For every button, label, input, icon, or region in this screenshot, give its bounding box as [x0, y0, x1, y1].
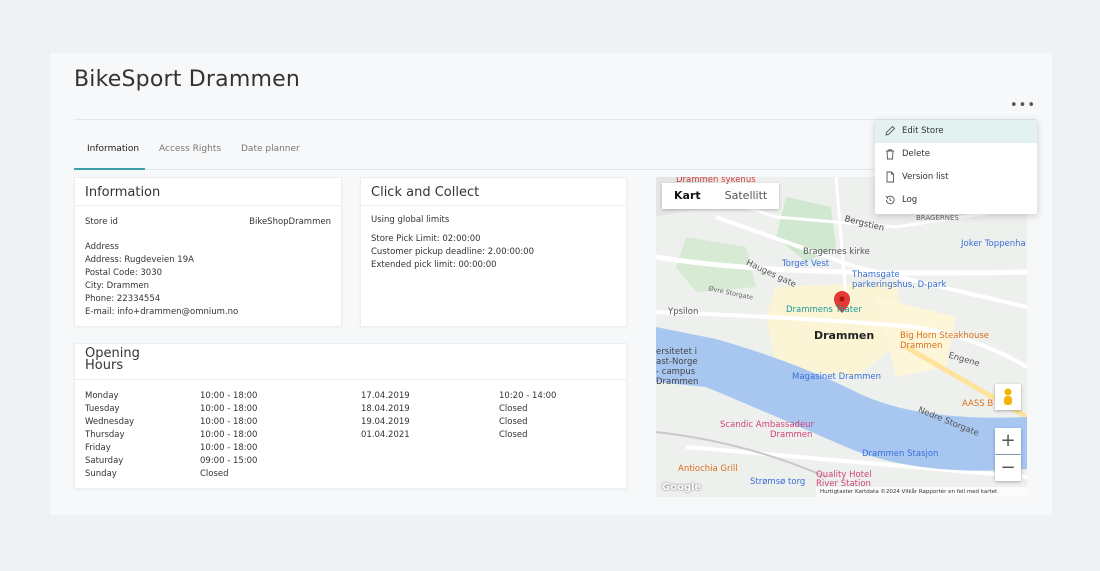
document-icon	[886, 171, 894, 183]
divider	[75, 379, 626, 380]
special-hours: Closed	[499, 430, 528, 440]
store-actions-menu: Edit Store Delete Version list Log	[875, 120, 1037, 214]
google-logo: Google	[662, 482, 702, 493]
day-hours: Closed	[200, 469, 229, 479]
menu-item-label: Delete	[902, 149, 930, 159]
address-heading: Address	[85, 242, 119, 252]
map-label: Drammen	[656, 377, 699, 387]
menu-item-label: Version list	[902, 172, 949, 182]
map-type-toggle: Kart Satellitt	[662, 183, 780, 209]
customer-pickup-deadline: Customer pickup deadline: 2.00:00:00	[371, 247, 534, 257]
map-label: Joker Toppenha	[961, 239, 1026, 249]
day-hours: 10:00 - 18:00	[200, 404, 258, 414]
city: City: Drammen	[85, 281, 150, 291]
phone: Phone: 22334554	[85, 294, 161, 304]
active-tab-indicator	[74, 168, 145, 170]
email: E-mail: info+drammen@omnium.no	[85, 307, 239, 317]
extended-pick-limit: Extended pick limit: 00:00:00	[371, 260, 497, 270]
click-collect-subtitle: Using global limits	[371, 215, 450, 225]
menu-item-label: Log	[902, 195, 918, 205]
pegman-icon	[1004, 388, 1012, 405]
map-label: Scandic Ambassadeur	[720, 420, 815, 430]
day-label: Monday	[85, 391, 119, 401]
map-label: AASS B	[962, 399, 994, 409]
more-options-icon[interactable]: •••	[1010, 99, 1035, 112]
tab-date-planner[interactable]: Date planner	[241, 144, 300, 154]
information-card: Information Store id BikeShopDrammen Add…	[74, 177, 342, 327]
special-hours: Closed	[499, 417, 528, 427]
map-label: Torget Vest	[782, 259, 830, 269]
map-label: Drammen Stasjon	[862, 449, 939, 459]
tab-access-rights[interactable]: Access Rights	[159, 144, 221, 154]
tab-information[interactable]: Information	[87, 144, 139, 154]
special-date: 19.04.2019	[361, 417, 410, 427]
store-map[interactable]: Kart Satellitt Drammen sykehus Bergstien…	[656, 177, 1027, 497]
special-hours: 10:20 - 14:00	[499, 391, 557, 401]
map-label: Drammen	[900, 341, 943, 351]
day-hours: 10:00 - 18:00	[200, 443, 258, 453]
map-label: Magasinet Drammen	[792, 372, 882, 382]
day-hours: 10:00 - 18:00	[200, 430, 258, 440]
click-collect-title: Click and Collect	[371, 185, 480, 200]
menu-item-log[interactable]: Log	[875, 189, 1037, 212]
street-view-pegman-icon[interactable]	[995, 384, 1021, 410]
store-id-value: BikeShopDrammen	[249, 217, 331, 227]
menu-item-delete[interactable]: Delete	[875, 143, 1037, 166]
map-label: Ypsilon	[668, 307, 699, 317]
divider	[361, 205, 626, 206]
map-label: Drammens Teater	[786, 305, 862, 315]
zoom-in-button[interactable]: +	[995, 428, 1021, 454]
history-icon	[885, 195, 895, 205]
map-attribution[interactable]: Hurtigtaster Kartdata ©2024 Vilkår Rappo…	[816, 487, 1027, 497]
map-label: Bragernes kirke	[803, 247, 870, 257]
special-date: 18.04.2019	[361, 404, 410, 414]
menu-item-edit-store[interactable]: Edit Store	[875, 120, 1037, 143]
special-date: 17.04.2019	[361, 391, 410, 401]
zoom-out-button[interactable]: −	[995, 455, 1021, 481]
map-tab-satellitt[interactable]: Satellitt	[713, 183, 780, 209]
map-label-city: Drammen	[814, 329, 875, 342]
click-collect-card: Click and Collect Using global limits St…	[360, 177, 627, 327]
day-hours: 10:00 - 18:00	[200, 417, 258, 427]
map-label: Antiochia Grill	[678, 464, 738, 474]
map-label: ersitetet i	[656, 347, 698, 357]
opening-hours-card: Opening Hours Monday 10:00 - 18:00 Tuesd…	[74, 343, 627, 489]
divider	[75, 205, 341, 206]
map-label: Thamsgate	[852, 270, 900, 280]
map-label: Big Horn Steakhouse	[900, 331, 990, 341]
special-hours: Closed	[499, 404, 528, 414]
map-label: Drammen sykehus	[676, 177, 756, 185]
day-label: Friday	[85, 443, 111, 453]
map-label: parkeringshus, D-park	[852, 280, 947, 290]
opening-hours-title-line: Hours	[85, 358, 124, 373]
store-id-label: Store id	[85, 217, 118, 227]
page-title: BikeSport Drammen	[74, 67, 300, 92]
day-label: Sunday	[85, 469, 117, 479]
special-date: 01.04.2021	[361, 430, 410, 440]
map-label: BRAGERNES	[916, 214, 959, 222]
day-label: Thursday	[85, 430, 125, 440]
day-label: Saturday	[85, 456, 124, 466]
menu-item-version-list[interactable]: Version list	[875, 166, 1037, 189]
day-label: Wednesday	[85, 417, 135, 427]
map-label: Strømsø torg	[750, 477, 806, 487]
day-hours: 10:00 - 18:00	[200, 391, 258, 401]
map-label: - campus	[656, 367, 696, 377]
postal-code: Postal Code: 3030	[85, 268, 163, 278]
day-hours: 09:00 - 15:00	[200, 456, 258, 466]
pencil-icon	[885, 125, 896, 136]
address-line: Address: Rugdeveien 19A	[85, 255, 194, 265]
trash-icon	[886, 149, 894, 160]
map-tab-kart[interactable]: Kart	[662, 183, 713, 209]
menu-item-label: Edit Store	[902, 126, 944, 136]
store-pick-limit: Store Pick Limit: 02:00:00	[371, 234, 481, 244]
map-label: ast-Norge	[656, 357, 698, 367]
day-label: Tuesday	[85, 404, 120, 414]
map-label: Drammen	[770, 430, 813, 440]
information-card-title: Information	[85, 185, 161, 200]
opening-hours-title: Opening Hours	[85, 347, 140, 373]
